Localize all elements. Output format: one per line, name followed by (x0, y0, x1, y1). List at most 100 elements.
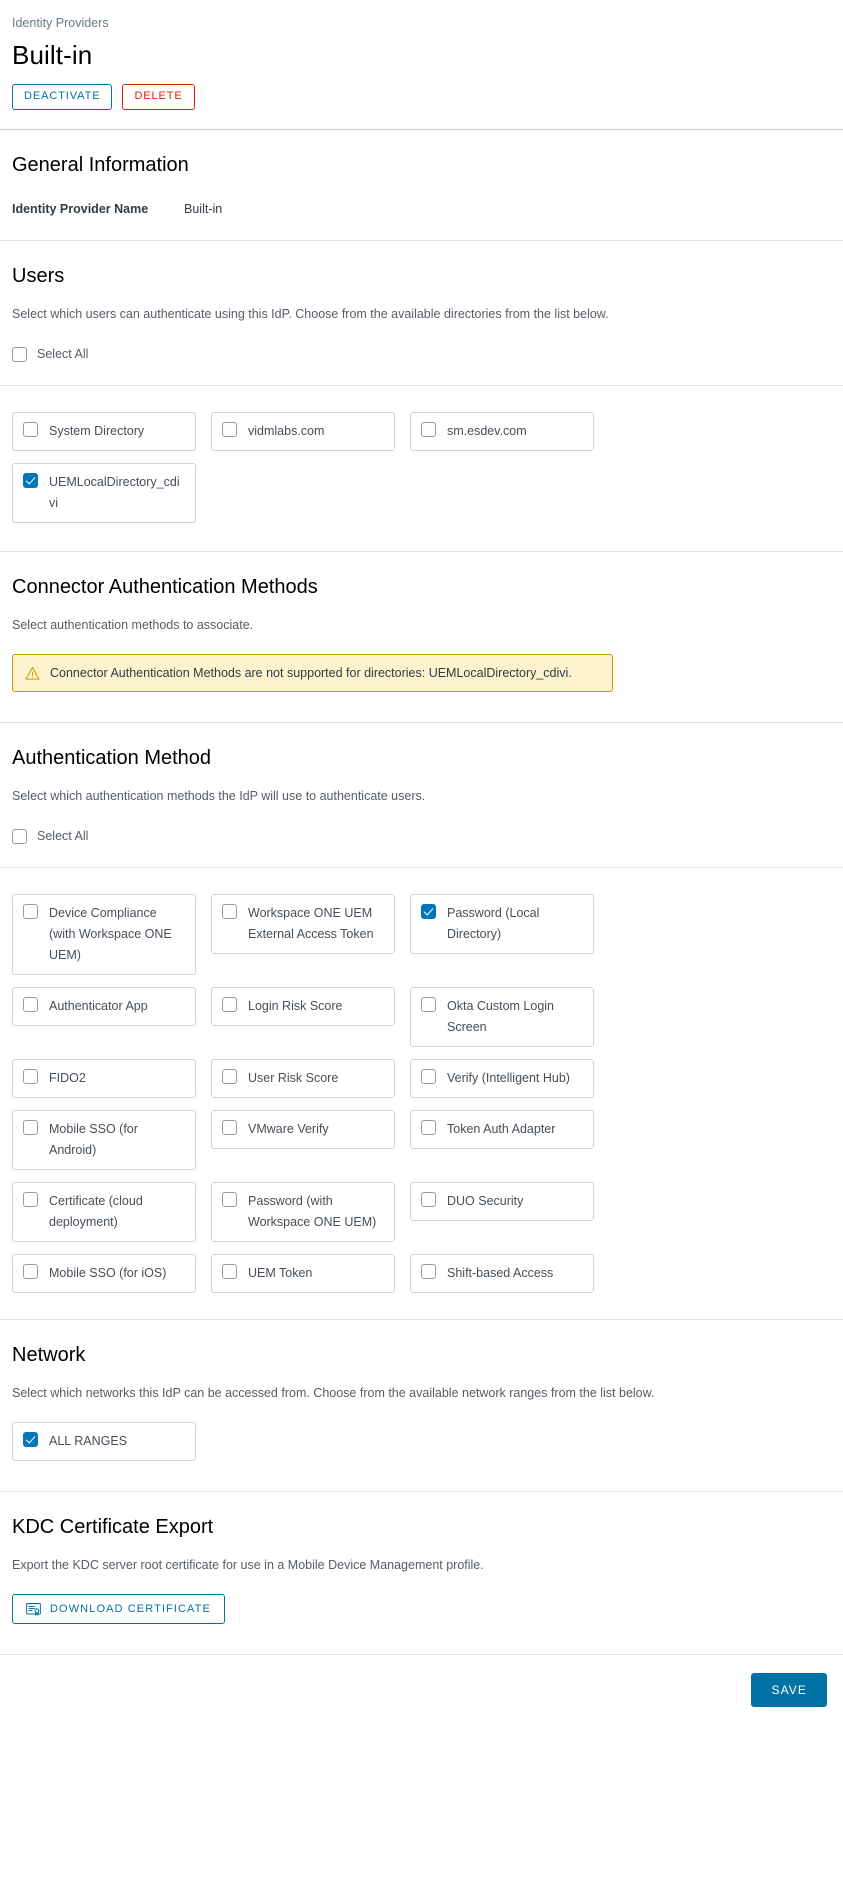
auth-method-option-checkbox[interactable] (222, 904, 237, 919)
identity-provider-name-row: Identity Provider Name Built-in (12, 200, 831, 218)
directory-option-label: sm.esdev.com (447, 424, 527, 438)
auth-method-option-checkbox[interactable] (421, 997, 436, 1012)
form-footer: SAVE (0, 1655, 843, 1723)
delete-button[interactable]: DELETE (122, 84, 195, 110)
directory-option-checkbox[interactable] (421, 422, 436, 437)
network-range-option-checkbox[interactable] (23, 1432, 38, 1447)
auth-method-option[interactable]: Device Compliance (with Workspace ONE UE… (12, 894, 196, 975)
warning-triangle-icon (25, 666, 40, 680)
auth-method-option[interactable]: Certificate (cloud deployment) (12, 1182, 196, 1242)
auth-method-option-checkbox[interactable] (23, 904, 38, 919)
auth-method-option-checkbox[interactable] (421, 1120, 436, 1135)
auth-method-option-label: Certificate (cloud deployment) (49, 1194, 143, 1229)
identity-provider-name-value: Built-in (184, 202, 223, 216)
auth-method-option[interactable]: UEM Token (211, 1254, 395, 1293)
auth-method-option-checkbox[interactable] (23, 997, 38, 1012)
auth-method-card-grid: Device Compliance (with Workspace ONE UE… (12, 894, 831, 1319)
network-range-option-label: ALL RANGES (49, 1434, 128, 1448)
auth-method-option[interactable]: Password (Local Directory) (410, 894, 594, 954)
users-section: Users Select which users can authenticat… (0, 263, 843, 385)
users-directories: System Directory vidmlabs.com sm.esdev.com… (0, 412, 843, 551)
directory-option[interactable]: UEMLocalDirectory_cdivi (12, 463, 196, 523)
auth-method-option-label: Login Risk Score (248, 999, 343, 1013)
directory-option-checkbox[interactable] (23, 422, 38, 437)
divider (0, 867, 843, 868)
kdc-certificate-export-section: KDC Certificate Export Export the KDC se… (0, 1514, 843, 1654)
auth-method-option-checkbox[interactable] (23, 1192, 38, 1207)
auth-method-option[interactable]: Password (with Workspace ONE UEM) (211, 1182, 395, 1242)
divider (0, 722, 843, 723)
auth-method-option[interactable]: Login Risk Score (211, 987, 395, 1026)
deactivate-button[interactable]: DEACTIVATE (12, 84, 113, 110)
auth-method-option[interactable]: Mobile SSO (for iOS) (12, 1254, 196, 1293)
directory-option[interactable]: System Directory (12, 412, 196, 451)
auth-method-option[interactable]: DUO Security (410, 1182, 594, 1221)
auth-method-option[interactable]: FIDO2 (12, 1059, 196, 1098)
directory-option-checkbox[interactable] (222, 422, 237, 437)
auth-method-option-label: Shift-based Access (447, 1266, 554, 1280)
connector-auth-description: Select authentication methods to associa… (12, 618, 254, 632)
auth-method-option-checkbox[interactable] (421, 1264, 436, 1279)
auth-method-option[interactable]: Shift-based Access (410, 1254, 594, 1293)
auth-method-option[interactable]: Token Auth Adapter (410, 1110, 594, 1149)
auth-method-option-checkbox[interactable] (421, 904, 436, 919)
directory-option-label: UEMLocalDirectory_cdivi (49, 475, 180, 510)
kdc-description: Export the KDC server root certificate f… (12, 1558, 484, 1572)
users-title: Users (12, 265, 65, 287)
auth-method-option-label: UEM Token (248, 1266, 313, 1280)
network-range-option[interactable]: ALL RANGES (12, 1422, 196, 1461)
connector-auth-title: Connector Authentication Methods (12, 576, 318, 598)
auth-method-option[interactable]: Authenticator App (12, 987, 196, 1026)
auth-select-all-label: Select All (37, 829, 89, 843)
authentication-method-title: Authentication Method (12, 747, 212, 769)
auth-method-option-checkbox[interactable] (222, 1264, 237, 1279)
network-section: Network Select which networks this IdP c… (0, 1342, 843, 1491)
auth-select-all-checkbox[interactable] (12, 828, 27, 844)
page-title: Built-in (12, 40, 93, 70)
auth-method-option-label: Verify (Intelligent Hub) (447, 1071, 570, 1085)
auth-method-option-checkbox[interactable] (421, 1192, 436, 1207)
auth-method-option-checkbox[interactable] (23, 1120, 38, 1135)
auth-method-option-label: Mobile SSO (for Android) (49, 1122, 138, 1157)
auth-method-option-checkbox[interactable] (222, 1192, 237, 1207)
divider (0, 1491, 843, 1492)
divider (0, 551, 843, 552)
users-select-all[interactable]: Select All (12, 345, 831, 363)
download-certificate-button[interactable]: DOWNLOAD CERTIFICATE (12, 1594, 225, 1624)
auth-select-all[interactable]: Select All (12, 827, 831, 845)
auth-method-option-label: Authenticator App (49, 999, 148, 1013)
certificate-icon (26, 1602, 41, 1616)
authentication-method-section: Authentication Method Select which authe… (0, 745, 843, 867)
directory-option-checkbox[interactable] (23, 473, 38, 488)
users-select-all-checkbox[interactable] (12, 346, 27, 362)
auth-method-option-label: Device Compliance (with Workspace ONE UE… (49, 906, 172, 962)
directory-option[interactable]: vidmlabs.com (211, 412, 395, 451)
auth-method-option-checkbox[interactable] (222, 1120, 237, 1135)
directory-option[interactable]: sm.esdev.com (410, 412, 594, 451)
auth-method-option-checkbox[interactable] (23, 1264, 38, 1279)
auth-method-option-checkbox[interactable] (23, 1069, 38, 1084)
idp-detail-page: Identity Providers Built-in DEACTIVATE D… (0, 0, 843, 1723)
auth-method-option-checkbox[interactable] (222, 1069, 237, 1084)
auth-method-option[interactable]: User Risk Score (211, 1059, 395, 1098)
auth-method-option[interactable]: VMware Verify (211, 1110, 395, 1149)
auth-method-option-label: Password (Local Directory) (447, 906, 540, 941)
connector-auth-warning-alert: Connector Authentication Methods are not… (12, 654, 613, 692)
network-description: Select which networks this IdP can be ac… (12, 1386, 655, 1400)
auth-method-option[interactable]: Verify (Intelligent Hub) (410, 1059, 594, 1098)
auth-method-option-checkbox[interactable] (421, 1069, 436, 1084)
auth-method-option[interactable]: Mobile SSO (for Android) (12, 1110, 196, 1170)
auth-method-option[interactable]: Workspace ONE UEM External Access Token (211, 894, 395, 954)
auth-method-option[interactable]: Okta Custom Login Screen (410, 987, 594, 1047)
general-information-title: General Information (12, 154, 189, 176)
directory-option-label: vidmlabs.com (248, 424, 325, 438)
auth-method-option-label: Okta Custom Login Screen (447, 999, 554, 1034)
auth-method-option-checkbox[interactable] (222, 997, 237, 1012)
save-button[interactable]: SAVE (751, 1673, 827, 1707)
breadcrumb[interactable]: Identity Providers (12, 14, 831, 32)
identity-provider-name-label: Identity Provider Name (12, 202, 149, 216)
auth-method-option-label: Password (with Workspace ONE UEM) (248, 1194, 377, 1229)
divider (0, 240, 843, 241)
auth-method-option-label: VMware Verify (248, 1122, 329, 1136)
users-description: Select which users can authenticate usin… (12, 307, 609, 321)
